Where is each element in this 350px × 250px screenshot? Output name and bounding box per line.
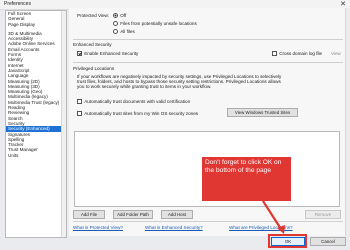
annotation-arrow-icon — [262, 200, 285, 234]
